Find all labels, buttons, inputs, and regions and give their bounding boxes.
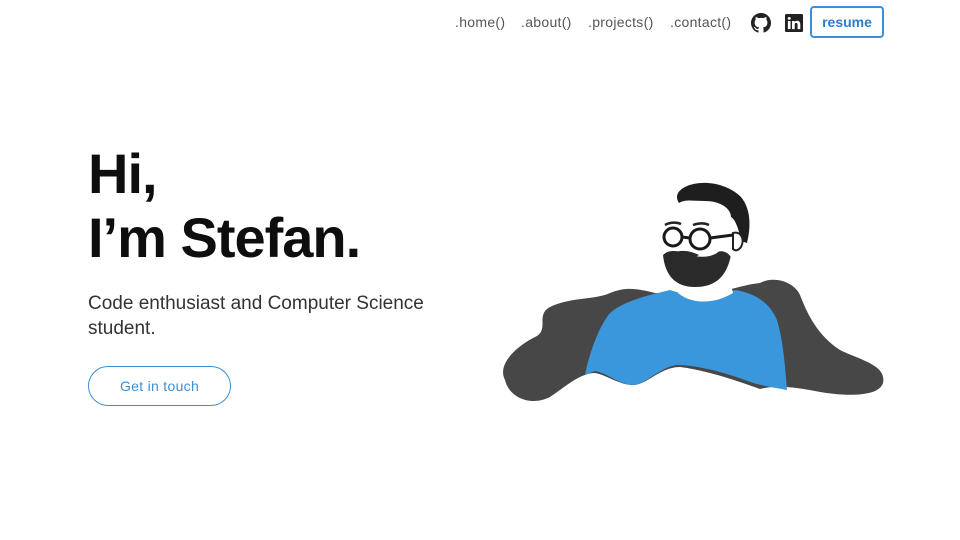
github-icon[interactable]: [751, 13, 771, 33]
ear-shape: [732, 231, 744, 252]
nav-link-contact[interactable]: .contact(): [670, 14, 731, 30]
nav-link-about[interactable]: .about(): [521, 14, 572, 30]
resume-button[interactable]: resume: [810, 6, 884, 38]
hero-name: I’m Stefan.: [88, 206, 361, 269]
nav-link-projects[interactable]: .projects(): [588, 14, 654, 30]
hero-greeting: Hi,: [88, 142, 158, 205]
linkedin-icon[interactable]: [785, 14, 803, 32]
nav-link-home[interactable]: .home(): [455, 14, 505, 30]
hero-subtitle: Code enthusiast and Computer Science stu…: [88, 293, 424, 339]
hero-title: Hi, I’m Stefan.: [88, 142, 361, 270]
get-in-touch-button[interactable]: Get in touch: [88, 366, 231, 406]
portrait-illustration: [503, 182, 884, 401]
top-nav: .home() .about() .projects() .contact() …: [0, 6, 960, 40]
